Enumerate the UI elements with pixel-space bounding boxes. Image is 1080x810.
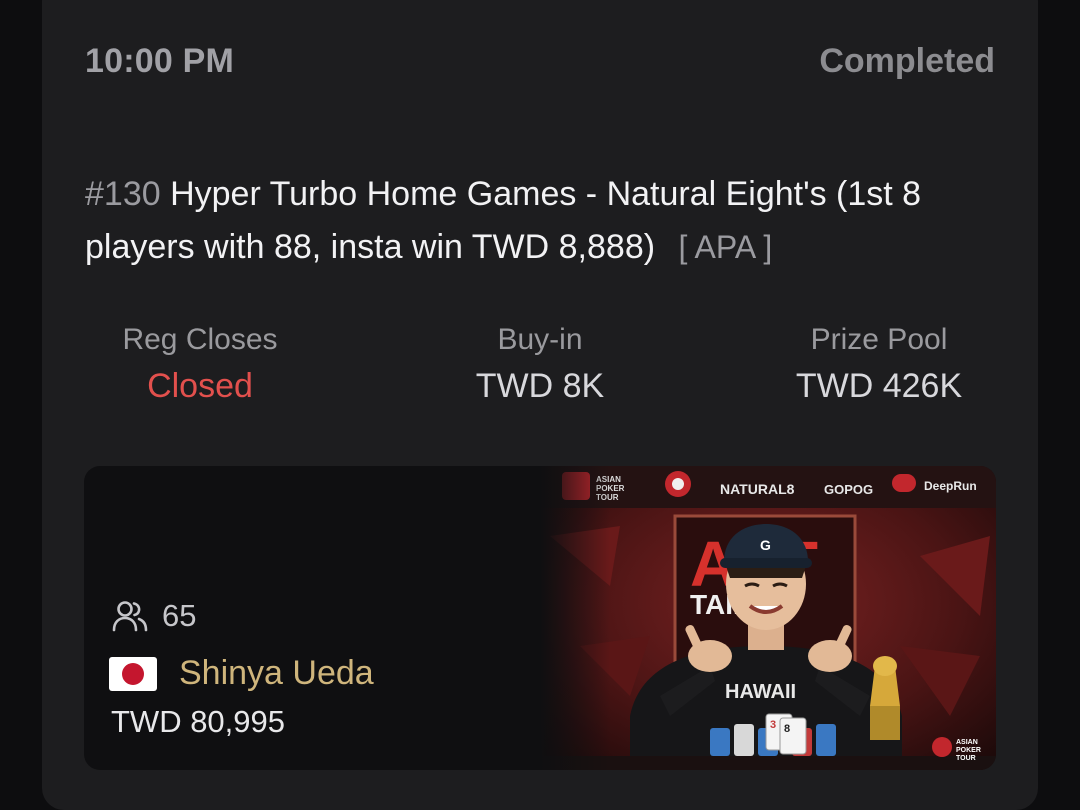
- winner-panel[interactable]: 65 Shinya Ueda TWD 80,995 ASIAN POKER TO…: [84, 466, 996, 770]
- winner-prize: TWD 80,995: [111, 704, 286, 739]
- event-number: #130: [85, 175, 161, 213]
- event-stats: Reg Closes Closed Buy-in TWD 8K Prize Po…: [42, 322, 1038, 412]
- svg-text:GOPOG: GOPOG: [824, 482, 873, 497]
- stat-reg-closes: Reg Closes Closed: [50, 322, 350, 412]
- users-icon: [112, 601, 148, 632]
- svg-text:TOUR: TOUR: [956, 755, 976, 762]
- stat-value: TWD 8K: [475, 367, 605, 405]
- svg-text:G: G: [760, 537, 771, 553]
- stat-label: Reg Closes: [122, 323, 278, 356]
- stat-buy-in: Buy-in TWD 8K: [390, 322, 690, 412]
- start-time: 10:00 PM: [85, 42, 235, 80]
- japan-flag-icon: [109, 656, 157, 691]
- status-label: Completed: [819, 42, 995, 80]
- svg-text:DeepRun: DeepRun: [924, 479, 977, 493]
- tournament-card[interactable]: 10:00 PM Completed #130 Hyper Turbo Home…: [42, 0, 1038, 810]
- svg-text:POKER: POKER: [956, 747, 981, 754]
- entries-value: 65: [162, 598, 197, 633]
- svg-text:ASIAN: ASIAN: [956, 739, 978, 746]
- deeprun-logo-icon: [892, 474, 916, 492]
- winner-name[interactable]: Shinya Ueda: [179, 654, 374, 693]
- event-title[interactable]: #130 Hyper Turbo Home Games - Natural Ei…: [85, 168, 985, 274]
- entries-count: 65: [112, 598, 196, 634]
- stat-label: Prize Pool: [810, 323, 948, 356]
- event-name: Hyper Turbo Home Games - Natural Eight's…: [85, 175, 922, 266]
- stat-prize-pool: Prize Pool TWD 426K: [729, 322, 1029, 412]
- stat-value: TWD 426K: [795, 367, 963, 405]
- svg-text:3: 3: [770, 719, 776, 731]
- svg-text:HAWAII: HAWAII: [725, 681, 796, 703]
- event-tag: [ APA ]: [678, 229, 773, 265]
- winner-row[interactable]: Shinya Ueda: [109, 654, 374, 693]
- photo-fade: [540, 466, 610, 770]
- svg-text:8: 8: [784, 723, 790, 735]
- stat-value: Closed: [147, 367, 253, 405]
- stat-label: Buy-in: [497, 323, 583, 356]
- svg-text:NATURAL8: NATURAL8: [720, 481, 795, 497]
